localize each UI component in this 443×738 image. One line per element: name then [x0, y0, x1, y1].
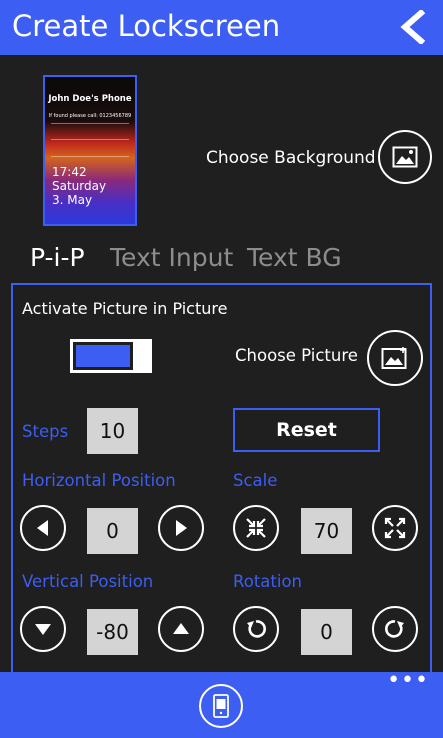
shrink-icon	[246, 518, 266, 538]
triangle-right-icon	[176, 520, 187, 536]
preview-divider	[51, 156, 129, 157]
vertical-position-label: Vertical Position	[22, 572, 154, 591]
preview-clock: 17:42 Saturday 3. May	[52, 165, 106, 207]
reset-button[interactable]: Reset	[233, 408, 380, 452]
activate-pip-label: Activate Picture in Picture	[22, 299, 228, 318]
move-right-button[interactable]	[158, 505, 204, 551]
tab-text-bg[interactable]: Text BG	[247, 243, 342, 272]
scale-label: Scale	[233, 471, 278, 490]
horizontal-position-value[interactable]: 0	[87, 508, 138, 554]
move-left-button[interactable]	[20, 505, 66, 551]
rotate-right-button[interactable]	[372, 606, 418, 652]
header-bar: Create Lockscreen	[0, 0, 443, 55]
scale-up-button[interactable]	[372, 505, 418, 551]
tab-text-input[interactable]: Text Input	[110, 243, 233, 272]
toggle-thumb[interactable]	[134, 339, 152, 373]
choose-picture-label[interactable]: Choose Picture	[235, 346, 358, 365]
rotate-left-button[interactable]	[233, 606, 279, 652]
page-title: Create Lockscreen	[12, 9, 281, 43]
preview-time: 17:42	[52, 165, 87, 179]
back-button[interactable]	[397, 8, 429, 46]
steps-label: Steps	[22, 422, 69, 441]
more-options-button[interactable]: •••	[387, 670, 429, 692]
preview-divider	[51, 139, 129, 140]
pip-toggle[interactable]	[70, 339, 152, 373]
move-up-button[interactable]	[158, 606, 204, 652]
triangle-up-icon	[173, 623, 189, 634]
rotate-ccw-icon	[247, 620, 266, 638]
tab-pip[interactable]: P-i-P	[30, 243, 85, 272]
scale-value[interactable]: 70	[301, 508, 352, 554]
rotation-label: Rotation	[233, 572, 303, 591]
expand-icon	[384, 517, 406, 539]
scale-down-button[interactable]	[233, 505, 279, 551]
triangle-left-icon	[37, 520, 48, 536]
horizontal-position-label: Horizontal Position	[22, 471, 176, 490]
choose-background-button[interactable]	[378, 130, 432, 184]
preview-day: Saturday	[52, 179, 107, 193]
toggle-fill	[76, 345, 130, 367]
preview-lockscreen-button[interactable]	[199, 684, 243, 728]
preview-divider	[51, 123, 129, 124]
move-down-button[interactable]	[20, 606, 66, 652]
rotation-value[interactable]: 0	[301, 609, 352, 655]
choose-background-label[interactable]: Choose Background	[206, 148, 376, 168]
phone-preview-icon	[213, 694, 229, 718]
image-add-icon	[381, 347, 407, 369]
preview-date: 3. May	[52, 193, 93, 207]
preview-phone-name: John Doe's Phone	[48, 94, 132, 104]
rotate-cw-icon	[385, 620, 404, 638]
preview-found-text: If found please call: 0123456789	[48, 113, 132, 119]
lockscreen-preview[interactable]: John Doe's Phone If found please call: 0…	[43, 75, 137, 226]
vertical-position-value[interactable]: -80	[87, 609, 138, 655]
back-arrow-icon	[400, 8, 426, 46]
triangle-down-icon	[35, 624, 51, 635]
steps-value[interactable]: 10	[87, 408, 138, 454]
choose-picture-button[interactable]	[367, 330, 423, 386]
image-icon	[392, 146, 418, 168]
